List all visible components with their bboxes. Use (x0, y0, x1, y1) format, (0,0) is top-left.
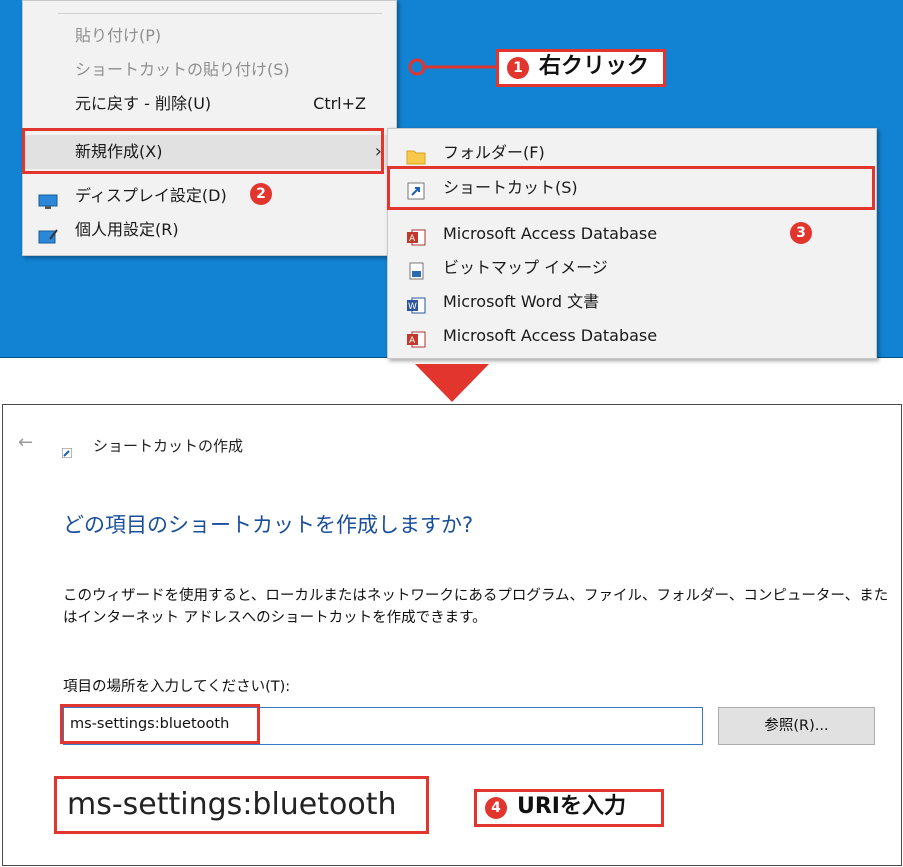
zoomed-input-text: ms-settings:bluetooth (54, 776, 429, 834)
dialog-title: ショートカットの作成 (93, 437, 244, 455)
step4-callout: 4 URIを入力 (474, 789, 664, 827)
step2-badge: 2 (250, 183, 272, 205)
dialog-description: このウィザードを使用すると、ローカルまたはネットワークにあるプログラム、ファイル… (63, 588, 889, 626)
step1-callout: 1 右クリック (496, 49, 666, 87)
dialog-heading: どの項目のショートカットを作成しますか? (63, 513, 474, 537)
step1-badge: 1 (507, 57, 529, 79)
location-label: 項目の場所を入力してください(T): (63, 679, 291, 695)
shortcut-icon (61, 443, 73, 459)
step4-text: URIを入力 (517, 794, 626, 819)
highlight-location-input (60, 704, 260, 744)
step3-badge: 3 (790, 222, 812, 244)
down-arrow (415, 364, 489, 402)
back-arrow-icon[interactable]: ← (18, 432, 33, 453)
step1-text: 右クリック (539, 54, 650, 79)
browse-button[interactable]: 参照(R)... (718, 707, 875, 745)
step4-badge: 4 (485, 797, 507, 819)
